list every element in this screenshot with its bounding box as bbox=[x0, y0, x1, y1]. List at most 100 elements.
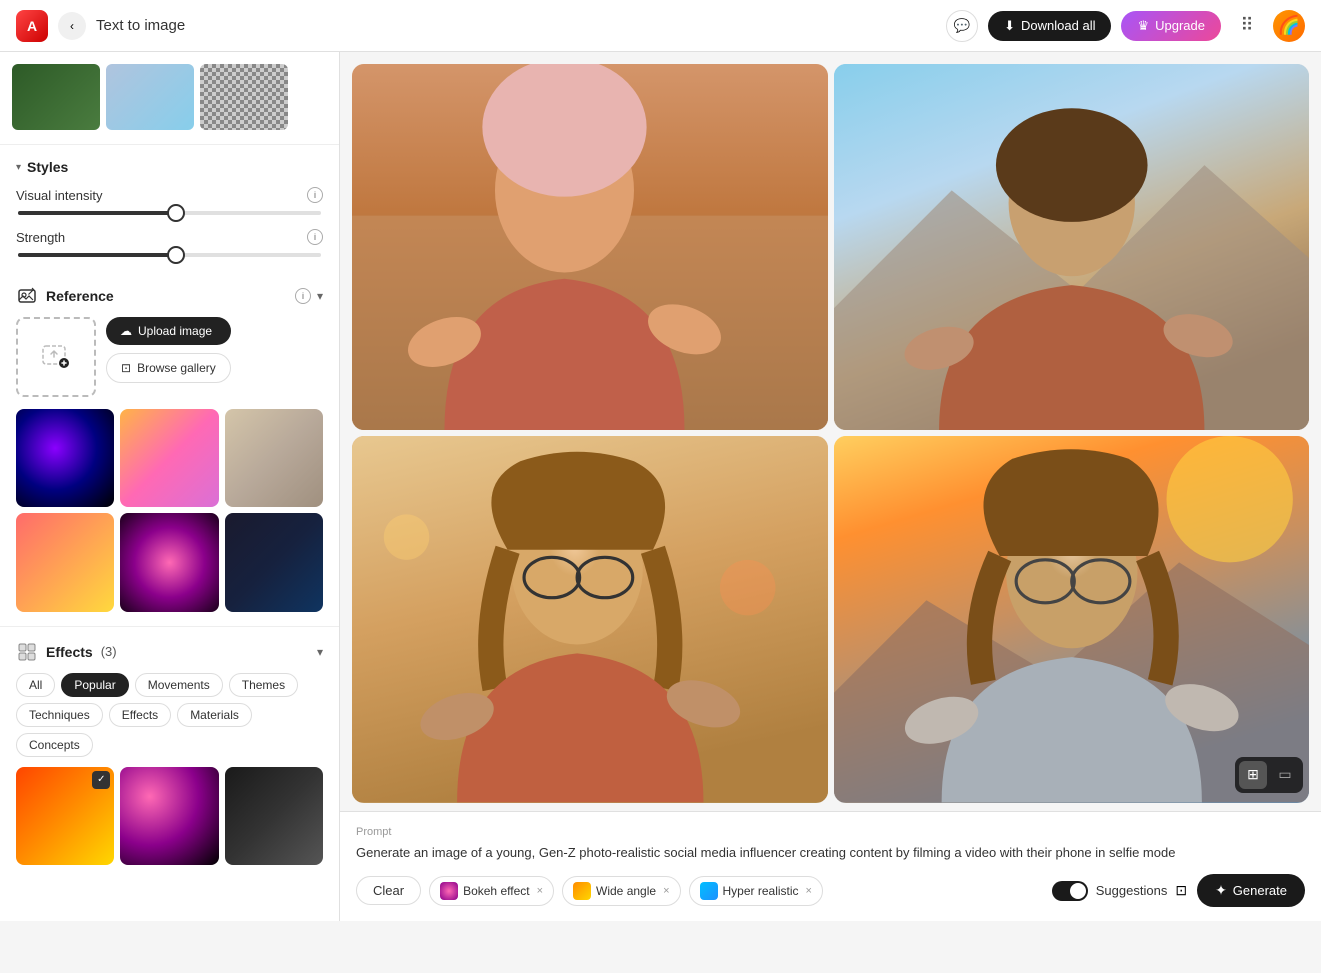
prompt-actions: Clear Bokeh effect × Wide angle × Hyper … bbox=[356, 874, 1305, 907]
reference-drop-zone[interactable] bbox=[16, 317, 96, 397]
effects-gallery: ✓ bbox=[16, 767, 323, 865]
filter-pill-themes[interactable]: Themes bbox=[229, 673, 298, 697]
view-controls: ⊞ ▭ bbox=[1235, 757, 1303, 793]
reference-buttons: ☁ Upload image ⊡ Browse gallery bbox=[106, 317, 231, 383]
reference-gallery-item[interactable] bbox=[225, 513, 323, 611]
filter-pill-materials[interactable]: Materials bbox=[177, 703, 252, 727]
filter-pill-concepts[interactable]: Concepts bbox=[16, 733, 93, 757]
bokeh-effect-tag[interactable]: Bokeh effect × bbox=[429, 876, 554, 906]
suggestions-label: Suggestions bbox=[1096, 883, 1168, 898]
effect-gallery-item[interactable] bbox=[120, 767, 218, 865]
reference-icon bbox=[16, 285, 38, 307]
filter-pill-movements[interactable]: Movements bbox=[135, 673, 223, 697]
hyper-realistic-tag[interactable]: Hyper realistic × bbox=[689, 876, 823, 906]
reference-info-icon[interactable]: i bbox=[295, 288, 311, 304]
back-button[interactable]: ‹ bbox=[58, 12, 86, 40]
hyper-realistic-remove-icon[interactable]: × bbox=[806, 885, 812, 897]
browse-gallery-button[interactable]: ⊡ Browse gallery bbox=[106, 353, 231, 383]
selected-checkmark: ✓ bbox=[92, 771, 110, 789]
effects-chevron-icon[interactable]: ▾ bbox=[317, 645, 323, 659]
filter-pill-effects[interactable]: Effects bbox=[109, 703, 171, 727]
styles-section-header[interactable]: ▾ Styles bbox=[16, 159, 323, 175]
visual-intensity-track[interactable] bbox=[18, 211, 321, 215]
visual-intensity-info-icon[interactable]: i bbox=[307, 187, 323, 203]
image-card-2[interactable] bbox=[834, 64, 1310, 430]
reference-upload-area: ☁ Upload image ⊡ Browse gallery bbox=[16, 317, 323, 397]
prompt-area: Prompt Generate an image of a young, Gen… bbox=[340, 811, 1321, 921]
generate-icon: ✦ bbox=[1215, 882, 1227, 899]
wide-angle-label: Wide angle bbox=[596, 884, 656, 898]
image-card-1[interactable] bbox=[352, 64, 828, 430]
strength-info-icon[interactable]: i bbox=[307, 229, 323, 245]
header-left: A ‹ Text to image bbox=[16, 10, 185, 42]
chat-icon: 💬 bbox=[954, 18, 971, 34]
reference-title-group: Reference bbox=[16, 285, 114, 307]
app-logo: A bbox=[16, 10, 48, 42]
thumbnail-item[interactable] bbox=[12, 64, 100, 130]
header-right: 💬 ⬇ Download all ♛ Upgrade ⠿ 🌈 bbox=[946, 10, 1305, 42]
wide-angle-tag[interactable]: Wide angle × bbox=[562, 876, 680, 906]
download-icon: ⬇ bbox=[1004, 18, 1015, 34]
upload-icon: ☁ bbox=[120, 324, 132, 338]
styles-title: Styles bbox=[27, 159, 68, 175]
reference-chevron-icon[interactable]: ▾ bbox=[317, 289, 323, 303]
visual-intensity-label: Visual intensity bbox=[16, 188, 102, 203]
download-all-button[interactable]: ⬇ Download all bbox=[988, 11, 1111, 41]
effect-gallery-item[interactable] bbox=[225, 767, 323, 865]
chat-button[interactable]: 💬 bbox=[946, 10, 978, 42]
sidebar: ▾ Styles Visual intensity i Strength bbox=[0, 52, 340, 921]
thumbnail-strip bbox=[0, 52, 339, 145]
strength-track[interactable] bbox=[18, 253, 321, 257]
bokeh-remove-icon[interactable]: × bbox=[537, 885, 543, 897]
crown-icon: ♛ bbox=[1137, 18, 1149, 34]
user-avatar[interactable]: 🌈 bbox=[1273, 10, 1305, 42]
filter-pill-techniques[interactable]: Techniques bbox=[16, 703, 103, 727]
image-grid: ⊞ ▭ bbox=[340, 52, 1321, 811]
reference-gallery bbox=[16, 409, 323, 612]
reference-header: Reference i ▾ bbox=[16, 285, 323, 307]
suggestions-toggle-thumb bbox=[1070, 883, 1086, 899]
prompt-right-controls: Suggestions ⊡ ✦ Generate bbox=[1052, 874, 1305, 907]
chevron-icon: ▾ bbox=[16, 162, 21, 173]
upload-image-button[interactable]: ☁ Upload image bbox=[106, 317, 231, 345]
image-card-3[interactable] bbox=[352, 436, 828, 802]
effects-icon bbox=[16, 641, 38, 663]
effects-header[interactable]: Effects (3) ▾ bbox=[16, 641, 323, 663]
suggestions-icon: ⊡ bbox=[1175, 882, 1187, 899]
wide-angle-remove-icon[interactable]: × bbox=[663, 885, 669, 897]
reference-gallery-item[interactable] bbox=[120, 513, 218, 611]
thumbnail-item[interactable] bbox=[200, 64, 288, 130]
effects-title: Effects bbox=[46, 644, 93, 660]
reference-title: Reference bbox=[46, 288, 114, 304]
reference-gallery-item[interactable] bbox=[120, 409, 218, 507]
thumbnail-item[interactable] bbox=[106, 64, 194, 130]
prompt-label: Prompt bbox=[356, 826, 1305, 838]
effects-title-group: Effects (3) bbox=[16, 641, 117, 663]
bokeh-effect-icon bbox=[440, 882, 458, 900]
reference-gallery-item[interactable] bbox=[16, 409, 114, 507]
image-card-4[interactable] bbox=[834, 436, 1310, 802]
gallery-icon: ⊡ bbox=[121, 361, 131, 375]
effect-gallery-item[interactable]: ✓ bbox=[16, 767, 114, 865]
filter-pill-popular[interactable]: Popular bbox=[61, 673, 128, 697]
content-area: ⊞ ▭ Prompt Generate an image of a young,… bbox=[340, 52, 1321, 921]
clear-button[interactable]: Clear bbox=[356, 876, 421, 905]
filter-pill-all[interactable]: All bbox=[16, 673, 55, 697]
strength-label: Strength bbox=[16, 230, 65, 245]
wide-angle-icon bbox=[573, 882, 591, 900]
apps-grid-button[interactable]: ⠿ bbox=[1231, 10, 1263, 42]
grid-view-button[interactable]: ⊞ bbox=[1239, 761, 1267, 789]
single-view-button[interactable]: ▭ bbox=[1271, 761, 1299, 789]
app-header: A ‹ Text to image 💬 ⬇ Download all ♛ Upg… bbox=[0, 0, 1321, 52]
strength-slider-group: Strength i bbox=[16, 229, 323, 257]
generate-button[interactable]: ✦ Generate bbox=[1197, 874, 1305, 907]
upgrade-button[interactable]: ♛ Upgrade bbox=[1121, 11, 1221, 41]
main-layout: ▾ Styles Visual intensity i Strength bbox=[0, 52, 1321, 921]
page-title: Text to image bbox=[96, 17, 185, 34]
effects-count: (3) bbox=[101, 644, 117, 659]
suggestions-toggle-track[interactable] bbox=[1052, 881, 1088, 901]
reference-gallery-item[interactable] bbox=[225, 409, 323, 507]
effects-section: Effects (3) ▾ All Popular Movements Them… bbox=[0, 626, 339, 879]
suggestions-toggle: Suggestions ⊡ bbox=[1052, 881, 1187, 901]
reference-gallery-item[interactable] bbox=[16, 513, 114, 611]
